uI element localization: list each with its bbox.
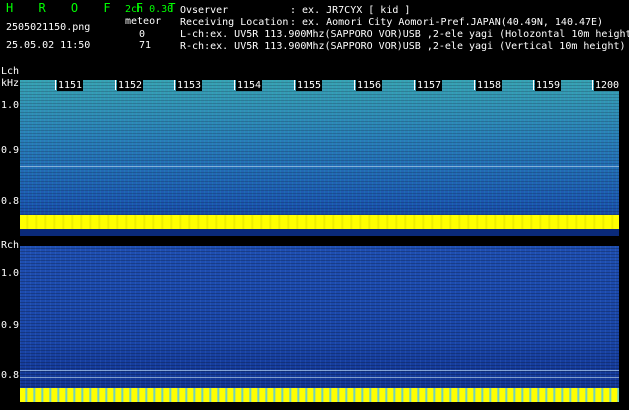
rch-spectrogram (20, 246, 619, 402)
tick-mark (115, 80, 116, 90)
rch-receiver-info: R-ch:ex. UV5R 113.900Mhz(SAPPORO VOR)USB… (180, 41, 626, 52)
time-tick-1154: 1154 (236, 80, 263, 91)
bottom-channel-label: Rch (1, 240, 20, 251)
time-tick-1155: 1155 (296, 80, 323, 91)
time-tick-1158: 1158 (476, 80, 503, 91)
bottom-y-label-0.9: 0.9 (1, 320, 20, 331)
top-y-label-0.8: 0.8 (1, 196, 20, 207)
time-tick-1200: 1200 (594, 80, 621, 91)
time-tick-1153: 1153 (176, 80, 203, 91)
bottom-y-label-1.0: 1.0 (1, 268, 20, 279)
carrier-band (20, 215, 619, 229)
time-tick-1156: 1156 (356, 80, 383, 91)
filename-label: 2505021150.png (6, 22, 91, 33)
datetime-label: 25.05.02 11:50 (6, 40, 91, 51)
bottom-y-label-0.8: 0.8 (1, 370, 20, 381)
lch-spectrogram (20, 80, 619, 236)
grid-line (20, 377, 619, 378)
time-tick-1151: 1151 (57, 80, 84, 91)
location-value: : ex. Aomori City Aomori-Pref.JAPAN(40.4… (290, 17, 604, 28)
top-unit-label: kHz (1, 78, 20, 89)
tick-mark (294, 80, 295, 90)
tick-mark (234, 80, 235, 90)
tick-mark (592, 80, 593, 90)
carrier-band (20, 388, 619, 402)
top-channel-label: Lch (1, 66, 20, 77)
observer-label: Ovserver (180, 5, 229, 16)
time-tick-1159: 1159 (535, 80, 562, 91)
mode-label: 2ch 0.30 (125, 4, 174, 15)
tick-mark (174, 80, 175, 90)
tick-mark (414, 80, 415, 90)
time-tick-1152: 1152 (117, 80, 144, 91)
count-rch: 71 (139, 40, 152, 51)
tick-mark (474, 80, 475, 90)
top-y-label-1.0: 1.0 (1, 100, 20, 111)
tick-mark (55, 80, 56, 90)
tick-mark (533, 80, 534, 90)
time-tick-1157: 1157 (416, 80, 443, 91)
lch-receiver-info: L-ch:ex. UV5R 113.900Mhz(SAPPORO VOR)USB… (180, 29, 629, 40)
tick-mark (354, 80, 355, 90)
grid-line (20, 166, 619, 167)
spectrogram-floor (20, 229, 619, 236)
location-label: Receiving Location (180, 17, 289, 28)
observer-value: : ex. JR7CYX [ kid ] (290, 5, 411, 16)
meteor-label: meteor (125, 16, 162, 27)
grid-line (20, 370, 619, 371)
top-y-label-0.9: 0.9 (1, 145, 20, 156)
